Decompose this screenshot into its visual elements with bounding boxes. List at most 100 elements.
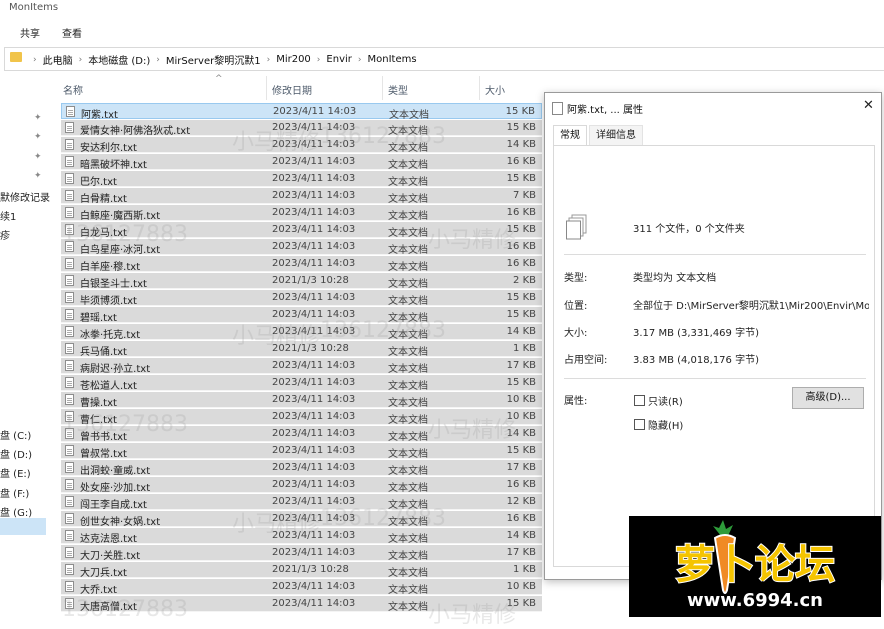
file-date: 2023/4/11 14:03 [272, 360, 356, 371]
file-row[interactable]: 白龙马.txt 2023/4/11 14:03 文本文档 15 KB [61, 222, 542, 239]
file-name: 曾书书.txt [80, 432, 127, 443]
file-row[interactable]: 白银圣斗士.txt 2021/1/3 10:28 文本文档 2 KB [61, 273, 542, 290]
file-type: 文本文档 [388, 415, 428, 426]
breadcrumb-monitems[interactable]: MonItems [367, 54, 416, 65]
close-icon[interactable]: ✕ [863, 98, 874, 113]
chevron-right-icon: › [357, 54, 362, 65]
column-divider[interactable] [266, 76, 267, 100]
logo-title-text: 萝卜论坛 [675, 542, 835, 588]
file-name: 曹仁.txt [80, 415, 117, 426]
file-type: 文本文档 [388, 228, 428, 239]
folder-icon [10, 52, 22, 62]
breadcrumb-this-pc[interactable]: 此电脑 [43, 52, 73, 67]
file-row[interactable]: 大乔.txt 2023/4/11 14:03 文本文档 10 KB [61, 579, 542, 596]
file-row[interactable]: 安达利尔.txt 2023/4/11 14:03 文本文档 14 KB [61, 137, 542, 154]
pin-icon[interactable]: ✦ [34, 132, 42, 142]
file-size: 1 KB [513, 343, 536, 354]
file-row[interactable]: 出洞蛟·童威.txt 2023/4/11 14:03 文本文档 17 KB [61, 460, 542, 477]
text-file-icon [65, 275, 74, 286]
text-file-icon [65, 258, 74, 269]
nav-item-drive-d[interactable]: 盘 (D:) [0, 446, 32, 461]
column-header-name[interactable]: 名称 [63, 82, 83, 97]
hidden-checkbox[interactable] [634, 419, 645, 430]
advanced-button[interactable]: 高级(D)... [792, 387, 864, 409]
breadcrumb-mirserver[interactable]: MirServer黎明沉默1 [166, 52, 261, 67]
file-row[interactable]: 爱情女神·阿佛洛狄忒.txt 2023/4/11 14:03 文本文档 15 KB [61, 120, 542, 137]
file-list: 阿紫.txt 2023/4/11 14:03 文本文档 15 KB 爱情女神·阿佛洛狄忒… [55, 103, 544, 617]
nav-item-drive-f[interactable]: 盘 (F:) [0, 485, 29, 500]
text-file-icon [65, 292, 74, 303]
file-row[interactable]: 大刀·关胜.txt 2023/4/11 14:03 文本文档 17 KB [61, 545, 542, 562]
pin-icon[interactable]: ✦ [34, 152, 42, 162]
file-row[interactable]: 兵马俑.txt 2021/1/3 10:28 文本文档 1 KB [61, 341, 542, 358]
file-row[interactable]: 碧瑶.txt 2023/4/11 14:03 文本文档 15 KB [61, 307, 542, 324]
file-name: 白银圣斗士.txt [80, 279, 147, 290]
readonly-checkbox[interactable] [634, 395, 645, 406]
file-date: 2023/4/11 14:03 [273, 106, 357, 117]
dialog-title: 阿紫.txt, ... 属性 [567, 105, 644, 116]
breadcrumb-drive-d[interactable]: 本地磁盘 (D:) [88, 52, 150, 67]
text-file-icon [65, 360, 74, 371]
file-row[interactable]: 阿紫.txt 2023/4/11 14:03 文本文档 15 KB [61, 103, 542, 121]
file-date: 2023/4/11 14:03 [272, 224, 356, 235]
file-row[interactable]: 曾书书.txt 2023/4/11 14:03 文本文档 14 KB [61, 426, 542, 443]
text-file-icon [65, 479, 74, 490]
file-row[interactable]: 白羊座·穆.txt 2023/4/11 14:03 文本文档 16 KB [61, 256, 542, 273]
column-divider[interactable] [382, 76, 383, 100]
ribbon-tab-share[interactable]: 共享 [20, 25, 40, 40]
file-row[interactable]: 巴尔.txt 2023/4/11 14:03 文本文档 15 KB [61, 171, 542, 188]
chevron-right-icon: › [316, 54, 321, 65]
file-size: 12 KB [506, 496, 536, 507]
file-name: 白鲸座·魔西斯.txt [80, 211, 161, 222]
properties-dialog: 阿紫.txt, ... 属性 ✕ 常规 详细信息 311 个文件，0 个文件夹 … [544, 92, 882, 580]
hidden-label[interactable]: 隐藏(H) [648, 417, 683, 432]
file-row[interactable]: 冰拳·托克.txt 2023/4/11 14:03 文本文档 14 KB [61, 324, 542, 341]
breadcrumb-envir[interactable]: Envir [326, 54, 351, 65]
file-size: 10 KB [506, 411, 536, 422]
file-row[interactable]: 白骨精.txt 2023/4/11 14:03 文本文档 7 KB [61, 188, 542, 205]
file-row[interactable]: 曾叔常.txt 2023/4/11 14:03 文本文档 15 KB [61, 443, 542, 460]
file-row[interactable]: 病尉迟·孙立.txt 2023/4/11 14:03 文本文档 17 KB [61, 358, 542, 375]
file-size: 10 KB [506, 394, 536, 405]
file-type: 文本文档 [388, 500, 428, 511]
file-row[interactable]: 达克法恩.txt 2023/4/11 14:03 文本文档 14 KB [61, 528, 542, 545]
nav-item-drive-e[interactable]: 盘 (E:) [0, 465, 31, 480]
pin-icon[interactable]: ✦ [34, 113, 42, 123]
nav-item-drive-c[interactable]: 盘 (C:) [0, 427, 31, 442]
type-value: 类型均为 文本文档 [633, 273, 717, 284]
file-row[interactable]: 暗黑破坏神.txt 2023/4/11 14:03 文本文档 16 KB [61, 154, 542, 171]
file-row[interactable]: 曹操.txt 2023/4/11 14:03 文本文档 10 KB [61, 392, 542, 409]
nav-item-drive-g[interactable]: 盘 (G:) [0, 504, 32, 519]
file-row[interactable]: 苍松道人.txt 2023/4/11 14:03 文本文档 15 KB [61, 375, 542, 392]
file-row[interactable]: 白鸟星座·冰河.txt 2023/4/11 14:03 文本文档 16 KB [61, 239, 542, 256]
nav-item-quick-access[interactable]: 默修改记录 [0, 189, 50, 204]
nav-item-quick-access[interactable]: 疹 [0, 227, 10, 242]
readonly-label[interactable]: 只读(R) [648, 393, 683, 408]
ribbon-tab-view[interactable]: 查看 [62, 25, 82, 40]
tab-details[interactable]: 详细信息 [589, 125, 643, 145]
file-row[interactable]: 白鲸座·魔西斯.txt 2023/4/11 14:03 文本文档 16 KB [61, 205, 542, 222]
tab-general[interactable]: 常规 [553, 125, 587, 145]
column-divider[interactable] [479, 76, 480, 100]
file-size: 16 KB [506, 207, 536, 218]
file-type: 文本文档 [388, 517, 428, 528]
file-name: 白骨精.txt [80, 194, 127, 205]
file-row[interactable]: 处女座·沙加.txt 2023/4/11 14:03 文本文档 16 KB [61, 477, 542, 494]
file-type: 文本文档 [388, 381, 428, 392]
column-header-size[interactable]: 大小 [485, 82, 505, 97]
file-row[interactable]: 大刀兵.txt 2021/1/3 10:28 文本文档 1 KB [61, 562, 542, 579]
address-bar[interactable]: › 此电脑 › 本地磁盘 (D:) › MirServer黎明沉默1 › Mir… [4, 47, 884, 71]
pin-icon[interactable]: ✦ [34, 171, 42, 181]
file-row[interactable]: 闯王李自成.txt 2023/4/11 14:03 文本文档 12 KB [61, 494, 542, 511]
file-size: 1 KB [513, 564, 536, 575]
breadcrumb-mir200[interactable]: Mir200 [276, 54, 311, 65]
file-name: 处女座·沙加.txt [80, 483, 151, 494]
chevron-right-icon: › [266, 54, 271, 65]
column-header-date[interactable]: 修改日期 [272, 82, 312, 97]
file-row[interactable]: 创世女神·女娲.txt 2023/4/11 14:03 文本文档 16 KB [61, 511, 542, 528]
file-row[interactable]: 毕须博须.txt 2023/4/11 14:03 文本文档 15 KB [61, 290, 542, 307]
file-row[interactable]: 大唐高僧.txt 2023/4/11 14:03 文本文档 15 KB [61, 596, 542, 613]
column-header-type[interactable]: 类型 [388, 82, 408, 97]
file-row[interactable]: 曹仁.txt 2023/4/11 14:03 文本文档 10 KB [61, 409, 542, 426]
nav-item-quick-access[interactable]: 续1 [0, 208, 16, 223]
